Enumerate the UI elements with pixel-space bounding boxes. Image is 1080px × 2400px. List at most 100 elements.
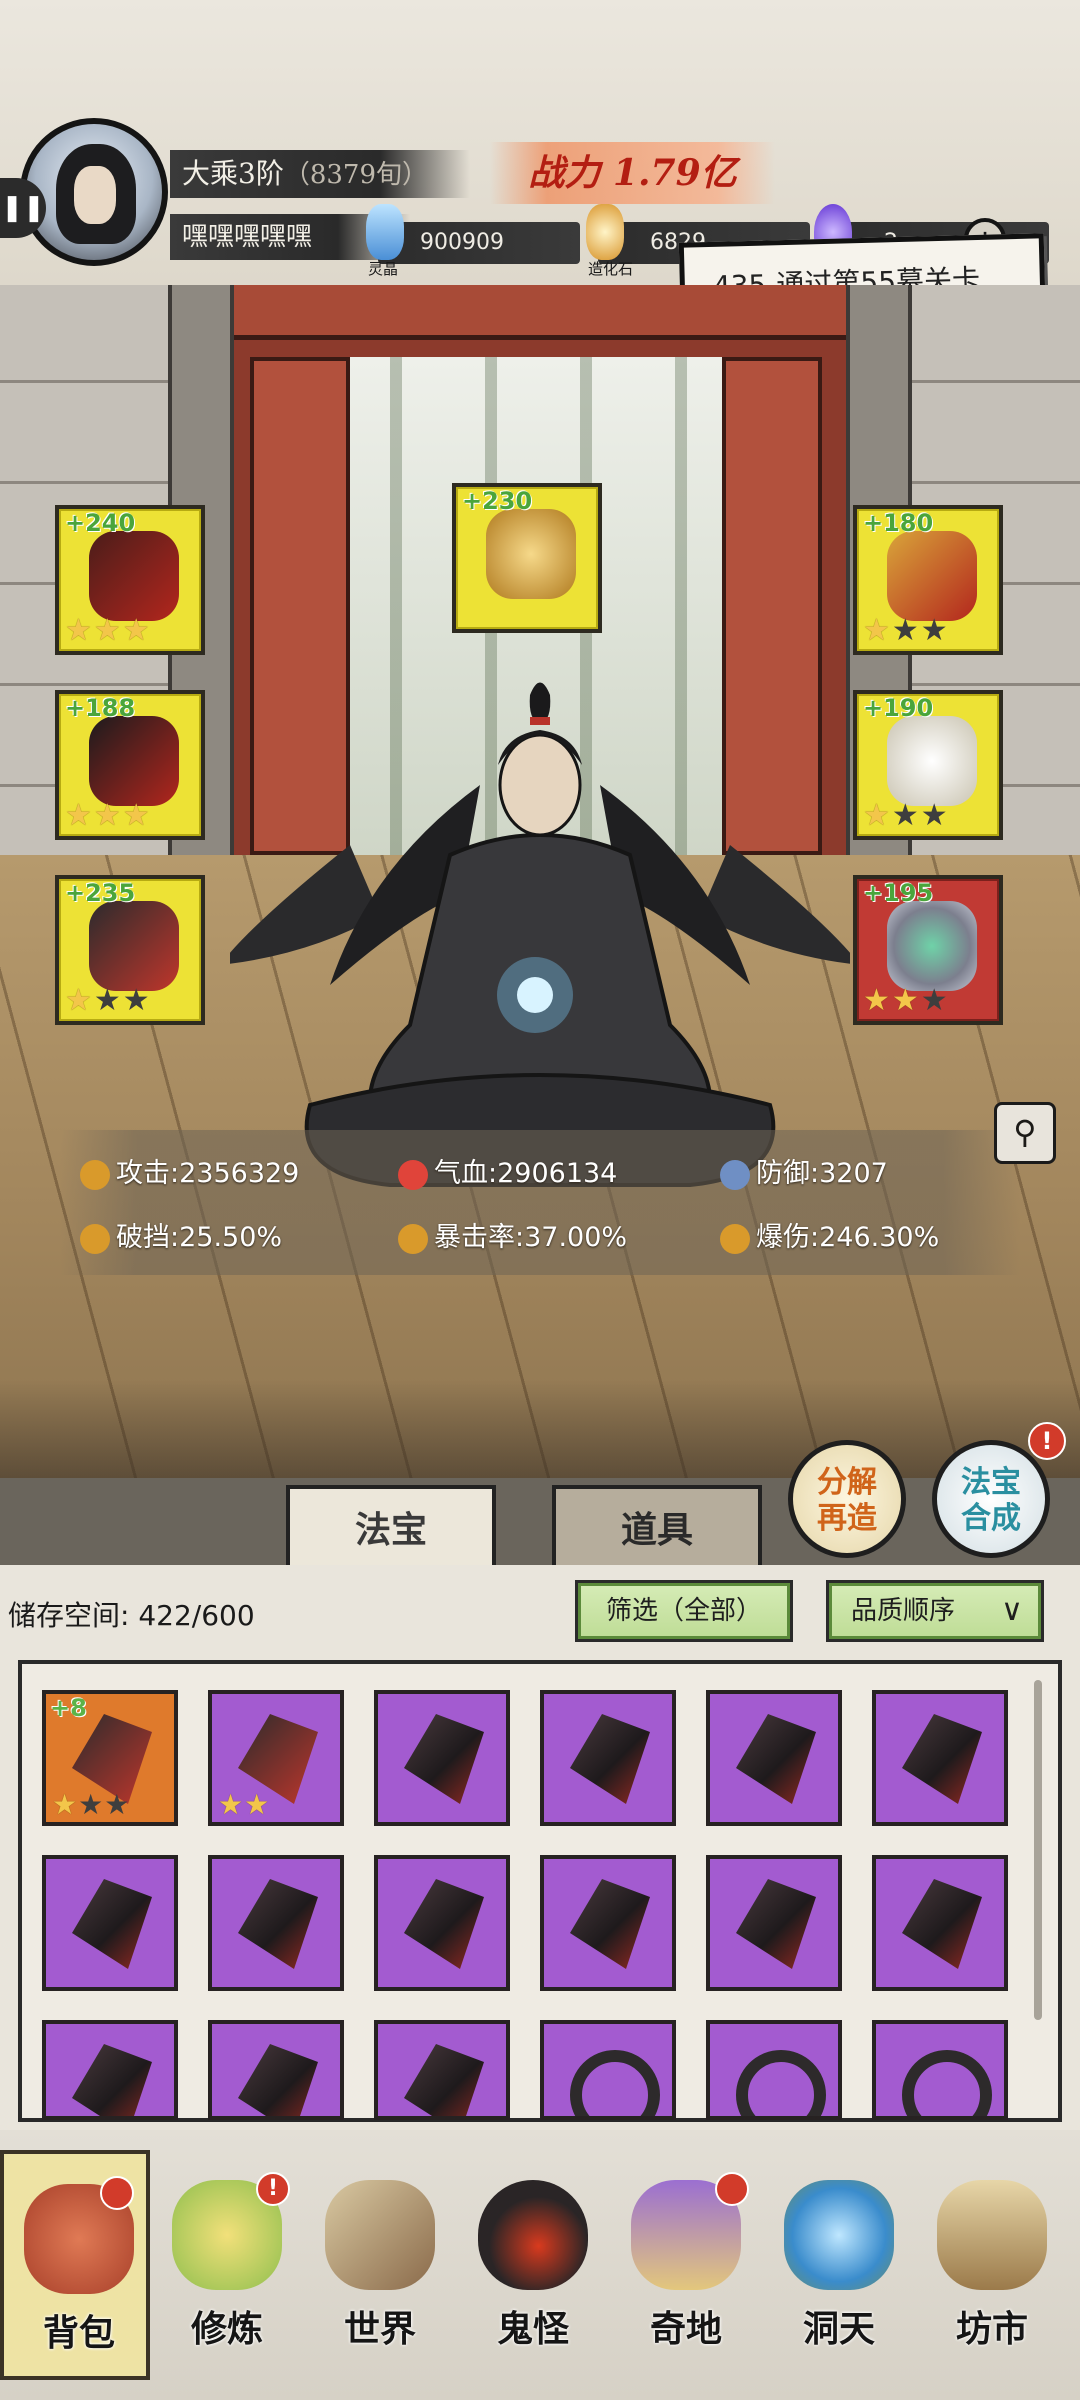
currency-label: 灵晶 bbox=[368, 260, 399, 278]
nav-label: 洞天 bbox=[802, 2308, 875, 2350]
ring-icon bbox=[887, 901, 977, 991]
power-label: 战力 bbox=[528, 152, 601, 194]
storage-value: 422/600 bbox=[138, 1599, 255, 1632]
stat-crit-rate: 暴击率:37.00% bbox=[398, 1218, 627, 1258]
inventory-item[interactable] bbox=[540, 1690, 676, 1826]
nav-item-monsters[interactable]: 鬼怪 bbox=[458, 2150, 608, 2380]
inventory-item[interactable] bbox=[706, 1690, 842, 1826]
currency-lingjing[interactable]: 灵晶 900909 bbox=[366, 204, 580, 278]
equip-slot-armor[interactable]: +188 ★★★ bbox=[55, 690, 205, 840]
dagger-icon bbox=[902, 1879, 982, 1969]
equip-stars: ★★★ bbox=[65, 613, 152, 648]
nav-label: 奇地 bbox=[649, 2308, 722, 2350]
boots-icon bbox=[89, 901, 179, 991]
inventory-item[interactable] bbox=[872, 1690, 1008, 1826]
inventory-item[interactable]: ★★ bbox=[208, 1690, 344, 1826]
item-stars: ★★ bbox=[218, 1788, 271, 1821]
notification-badge: ! bbox=[1028, 1422, 1066, 1460]
equip-level: +240 bbox=[65, 509, 136, 537]
break-icon bbox=[80, 1223, 110, 1254]
dagger-icon bbox=[570, 1879, 650, 1969]
notification-badge bbox=[715, 2172, 749, 2206]
magnify-icon[interactable]: ⚲ bbox=[994, 1102, 1056, 1164]
filter-dropdown[interactable]: 筛选（全部） bbox=[575, 1580, 793, 1642]
realm-label: 大乘3阶 bbox=[182, 157, 284, 190]
shop-icon bbox=[937, 2180, 1047, 2290]
storage-capacity: 储存空间: 422/600 bbox=[8, 1596, 255, 1636]
dagger-icon bbox=[736, 1879, 816, 1969]
inventory-item[interactable] bbox=[374, 2020, 510, 2120]
crit-damage-icon bbox=[720, 1223, 750, 1254]
inventory-item[interactable] bbox=[42, 1855, 178, 1991]
sort-label: 品质顺序 bbox=[851, 1596, 956, 1626]
nav-item-wonderland[interactable]: 奇地 bbox=[611, 2150, 761, 2380]
equip-stars: ★★★ bbox=[863, 983, 950, 1018]
stat-defense: 防御:3207 bbox=[720, 1154, 888, 1194]
currency-label: 造化石 bbox=[588, 260, 634, 278]
equip-slot-boots[interactable]: +235 ★★★ bbox=[55, 875, 205, 1025]
sword-icon bbox=[80, 1159, 110, 1190]
power-value: 1.79亿 bbox=[612, 152, 737, 194]
wheel-icon bbox=[736, 2050, 826, 2116]
stat-label: 气血 bbox=[434, 1158, 488, 1189]
storage-label: 储存空间: bbox=[8, 1599, 130, 1632]
inventory-item[interactable] bbox=[872, 2020, 1008, 2120]
equip-level: +180 bbox=[863, 509, 934, 537]
item-level: +8 bbox=[50, 1694, 87, 1722]
dagger-icon bbox=[238, 1879, 318, 1969]
dagger-icon bbox=[72, 1879, 152, 1969]
inventory-item[interactable] bbox=[706, 2020, 842, 2120]
wheel-icon bbox=[902, 2050, 992, 2116]
stat-value: 246.30% bbox=[819, 1222, 940, 1253]
inventory-item[interactable] bbox=[42, 2020, 178, 2120]
inventory-scrollbar[interactable] bbox=[1034, 1680, 1042, 2020]
nav-item-market[interactable]: 坊市 bbox=[917, 2150, 1067, 2380]
inventory-item[interactable]: +8 ★★★ bbox=[42, 1690, 178, 1826]
nav-item-bag[interactable]: 背包 bbox=[0, 2150, 150, 2380]
decompose-button[interactable]: 分解 再造 bbox=[788, 1440, 906, 1558]
tab-fabao[interactable]: 法宝 bbox=[286, 1485, 496, 1567]
nav-label: 世界 bbox=[343, 2308, 416, 2350]
nav-label: 鬼怪 bbox=[496, 2308, 569, 2350]
equip-level: +188 bbox=[65, 694, 136, 722]
combat-power: 战力 1.79亿 bbox=[490, 142, 775, 204]
equip-level: +195 bbox=[863, 879, 934, 907]
nav-item-grotto[interactable]: 洞天 bbox=[764, 2150, 914, 2380]
player-avatar[interactable] bbox=[20, 118, 168, 266]
sort-dropdown[interactable]: 品质顺序 ∨ bbox=[826, 1580, 1044, 1642]
synthesize-button[interactable]: 法宝 合成 bbox=[932, 1440, 1050, 1558]
notification-badge: ! bbox=[256, 2172, 290, 2206]
inventory-item[interactable] bbox=[706, 1855, 842, 1991]
inventory-item[interactable] bbox=[374, 1690, 510, 1826]
equip-slot-crown[interactable]: +180 ★★★ bbox=[853, 505, 1003, 655]
dagger-icon bbox=[404, 1714, 484, 1804]
equip-slot-ring[interactable]: +195 ★★★ bbox=[853, 875, 1003, 1025]
dagger-icon bbox=[736, 1714, 816, 1804]
equip-slot-talisman[interactable]: +230 bbox=[452, 483, 602, 633]
door-lintel bbox=[226, 285, 846, 340]
inventory-item[interactable] bbox=[208, 1855, 344, 1991]
inventory-item[interactable] bbox=[872, 1855, 1008, 1991]
tab-daoju[interactable]: 道具 bbox=[552, 1485, 762, 1567]
inventory-item[interactable] bbox=[540, 2020, 676, 2120]
stat-label: 防御 bbox=[756, 1158, 810, 1189]
stat-value: 37.00% bbox=[524, 1222, 628, 1253]
nav-item-world[interactable]: 世界 bbox=[305, 2150, 455, 2380]
equip-stars: ★★★ bbox=[863, 798, 950, 833]
wheel-icon bbox=[570, 2050, 660, 2116]
stat-break: 破挡:25.50% bbox=[80, 1218, 282, 1258]
stat-label: 暴击率 bbox=[434, 1222, 515, 1253]
equip-slot-weapon[interactable]: +240 ★★★ bbox=[55, 505, 205, 655]
nav-label: 坊市 bbox=[955, 2308, 1028, 2350]
inventory-item[interactable] bbox=[374, 1855, 510, 1991]
inventory-item[interactable] bbox=[208, 2020, 344, 2120]
dagger-icon bbox=[902, 1714, 982, 1804]
dagger-icon bbox=[89, 531, 179, 621]
dagger-icon bbox=[570, 1714, 650, 1804]
inventory-item[interactable] bbox=[540, 1855, 676, 1991]
equip-slot-pendant[interactable]: +190 ★★★ bbox=[853, 690, 1003, 840]
stat-label: 攻击 bbox=[116, 1158, 170, 1189]
chevron-down-icon: ∨ bbox=[1001, 1593, 1023, 1628]
equip-stars: ★★★ bbox=[65, 798, 152, 833]
nav-item-cultivate[interactable]: ! 修炼 bbox=[152, 2150, 302, 2380]
